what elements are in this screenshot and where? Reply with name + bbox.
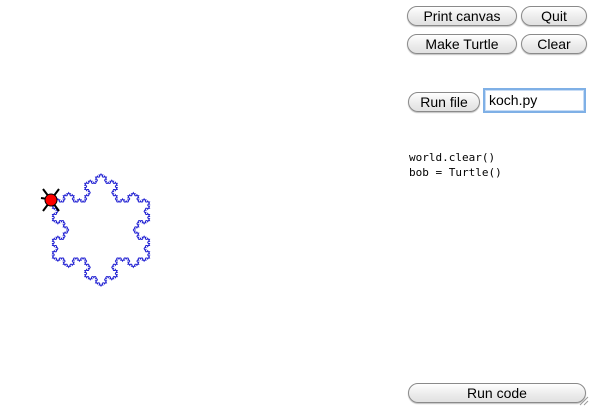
clear-button[interactable]: Clear	[521, 34, 587, 54]
control-panel	[401, 0, 590, 407]
koch-snowflake-path	[51, 172, 151, 288]
quit-button[interactable]: Quit	[521, 6, 587, 26]
resize-grip-icon[interactable]	[577, 394, 589, 406]
code-line: world.clear()	[409, 151, 496, 164]
drawing-canvas[interactable]	[0, 0, 401, 407]
run-file-button[interactable]: Run file	[408, 92, 480, 112]
print-canvas-button[interactable]: Print canvas	[407, 6, 517, 26]
filename-input[interactable]: koch.py	[483, 88, 586, 113]
code-editor[interactable]: world.clear() bob = Turtle()	[409, 150, 502, 180]
run-code-button[interactable]: Run code	[408, 383, 586, 403]
turtle-icon[interactable]	[40, 188, 60, 212]
code-line: bob = Turtle()	[409, 166, 502, 179]
make-turtle-button[interactable]: Make Turtle	[407, 34, 517, 54]
koch-snowflake-drawing	[40, 172, 151, 288]
